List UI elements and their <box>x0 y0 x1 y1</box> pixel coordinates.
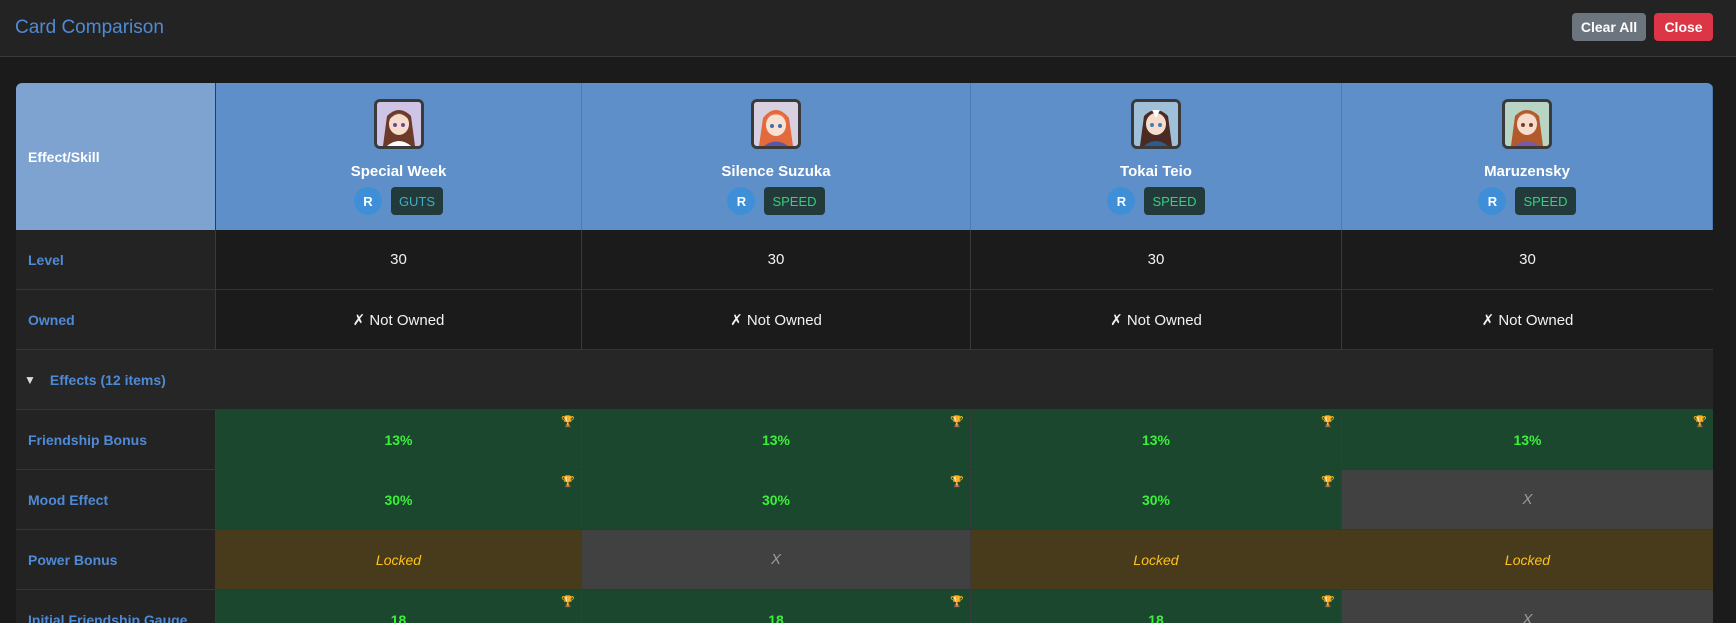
row-label: Level <box>16 230 216 289</box>
effect-row: Initial Friendship Gauge 18 🏆 18 🏆 18 🏆 X <box>16 590 1713 623</box>
effect-value: Locked <box>216 530 582 589</box>
card-avatar[interactable] <box>1131 99 1181 149</box>
card-column-header: Tokai Teio R SPEED <box>971 83 1342 230</box>
level-value: 30 <box>582 230 971 289</box>
close-button[interactable]: Close <box>1654 13 1713 41</box>
effect-row: Mood Effect 30% 🏆 30% 🏆 30% 🏆 X <box>16 470 1713 530</box>
effect-value: 18 🏆 <box>582 590 971 623</box>
effect-value: 18 🏆 <box>216 590 582 623</box>
level-value: 30 <box>971 230 1342 289</box>
card-avatar[interactable] <box>1502 99 1552 149</box>
owned-value: ✗ Not Owned <box>1342 290 1713 349</box>
trophy-icon: 🏆 <box>1321 596 1335 608</box>
effect-value: 30% 🏆 <box>582 470 971 529</box>
effect-label: Mood Effect <box>16 470 216 529</box>
type-badge: SPEED <box>1144 187 1205 215</box>
trophy-icon: 🏆 <box>1693 416 1707 428</box>
card-column-header: Maruzensky R SPEED <box>1342 83 1713 230</box>
effect-value: 30% 🏆 <box>971 470 1342 529</box>
trophy-icon: 🏆 <box>950 476 964 488</box>
card-name: Maruzensky <box>1484 163 1570 180</box>
type-badge: SPEED <box>764 187 825 215</box>
owned-value: ✗ Not Owned <box>582 290 971 349</box>
clear-all-button[interactable]: Clear All <box>1572 13 1646 41</box>
type-badge: GUTS <box>390 187 444 215</box>
card-name: Silence Suzuka <box>721 163 831 180</box>
effect-value: X <box>1342 590 1713 623</box>
effect-value: Locked <box>1342 530 1713 589</box>
effect-row: Power Bonus Locked X Locked Locked <box>16 530 1713 590</box>
trophy-icon: 🏆 <box>561 476 575 488</box>
level-row: Level 30 30 30 30 <box>16 230 1713 290</box>
trophy-icon: 🏆 <box>950 596 964 608</box>
card-header-row: Effect/Skill Special Week R GUTS Silence… <box>16 83 1713 230</box>
trophy-icon: 🏆 <box>1321 476 1335 488</box>
effect-label: Friendship Bonus <box>16 410 216 469</box>
effect-value: 13% 🏆 <box>971 410 1342 469</box>
rarity-badge: R <box>1478 187 1507 215</box>
effect-value: 18 🏆 <box>971 590 1342 623</box>
owned-value: ✗ Not Owned <box>971 290 1342 349</box>
effect-value: 13% 🏆 <box>582 410 971 469</box>
trophy-icon: 🏆 <box>950 416 964 428</box>
page-title: Card Comparison <box>15 17 164 38</box>
effect-value: X <box>582 530 971 589</box>
corner-header: Effect/Skill <box>16 83 216 230</box>
owned-value: ✗ Not Owned <box>216 290 582 349</box>
rarity-badge: R <box>353 187 382 215</box>
card-avatar[interactable] <box>373 99 424 149</box>
triangle-down-icon: ▼ <box>24 372 36 387</box>
section-label: Effects (12 items) <box>49 371 166 388</box>
type-badge: SPEED <box>1515 187 1576 215</box>
effects-section-toggle[interactable]: ▼ Effects (12 items) <box>16 350 1713 410</box>
comparison-table: Effect/Skill Special Week R GUTS Silence… <box>16 83 1713 623</box>
effect-value: 30% 🏆 <box>216 470 582 529</box>
effect-value: 13% 🏆 <box>216 410 582 469</box>
row-label: Owned <box>16 290 216 349</box>
card-column-header: Silence Suzuka R SPEED <box>582 83 971 230</box>
effect-label: Initial Friendship Gauge <box>16 590 216 623</box>
rarity-badge: R <box>727 187 756 215</box>
trophy-icon: 🏆 <box>561 596 575 608</box>
card-column-header: Special Week R GUTS <box>216 83 582 230</box>
card-avatar[interactable] <box>751 99 801 149</box>
trophy-icon: 🏆 <box>1321 416 1335 428</box>
card-name: Tokai Teio <box>1120 163 1192 180</box>
card-name: Special Week <box>350 163 447 180</box>
effect-value: 13% 🏆 <box>1342 410 1713 469</box>
level-value: 30 <box>1342 230 1713 289</box>
effect-value: Locked <box>971 530 1342 589</box>
level-value: 30 <box>216 230 582 289</box>
effect-label: Power Bonus <box>16 530 216 589</box>
modal-header: Card Comparison Clear All Close <box>0 0 1736 57</box>
effect-row: Friendship Bonus 13% 🏆 13% 🏆 13% 🏆 13% 🏆 <box>16 410 1713 470</box>
rarity-badge: R <box>1107 187 1136 215</box>
owned-row: Owned ✗ Not Owned ✗ Not Owned ✗ Not Owne… <box>16 290 1713 350</box>
trophy-icon: 🏆 <box>561 416 575 428</box>
effect-value: X <box>1342 470 1713 529</box>
